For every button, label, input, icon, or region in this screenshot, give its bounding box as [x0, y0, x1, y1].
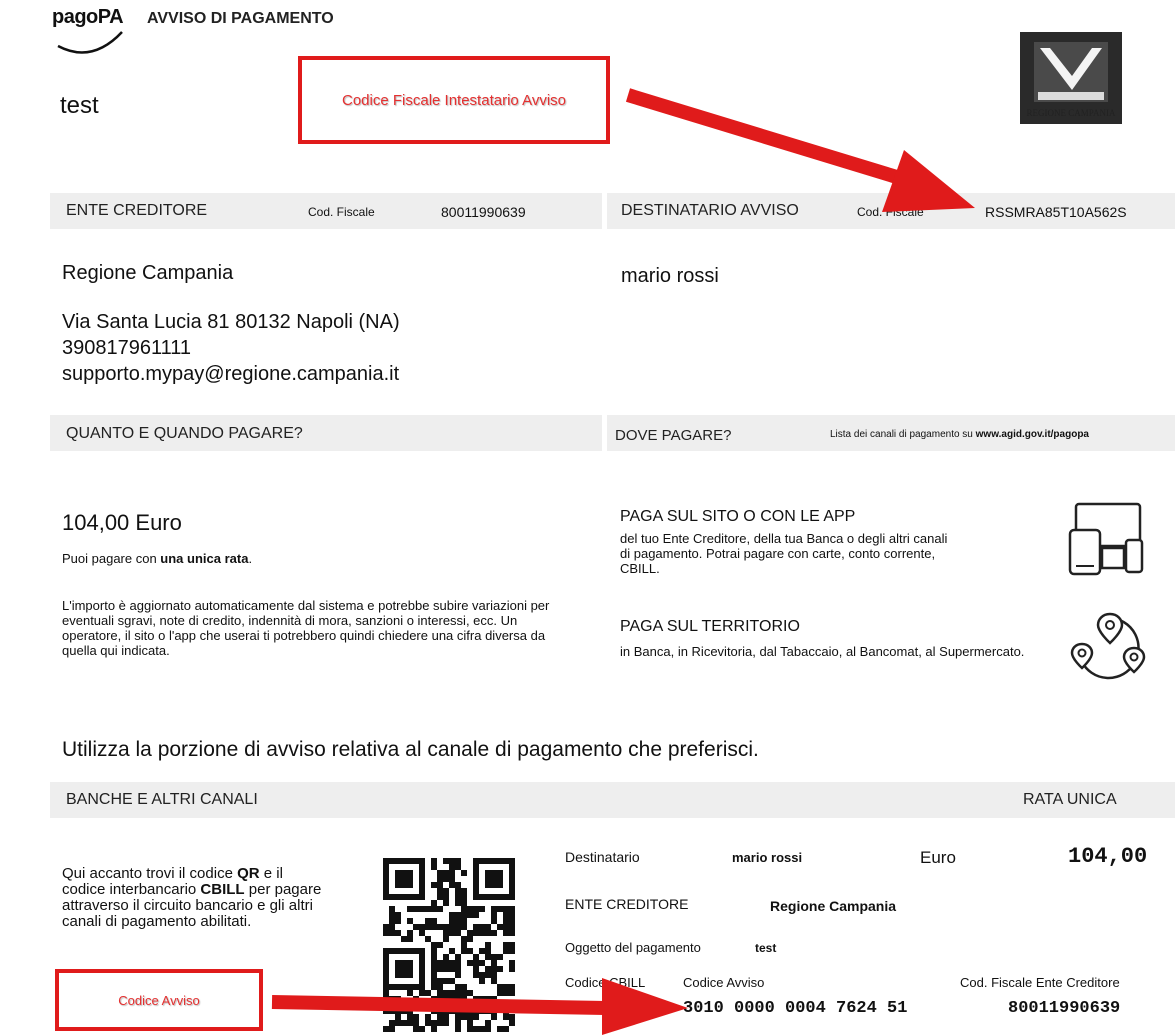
- territory-title: PAGA SUL TERRITORIO: [620, 618, 800, 635]
- bank-section-label: BANCHE E ALTRI CANALI: [66, 791, 258, 808]
- amount-value: 104,00 Euro: [62, 510, 182, 535]
- annotation-codice-avviso-label: Codice Avviso: [118, 992, 200, 1008]
- cf-ente-value: 80011990639: [1008, 999, 1121, 1018]
- dest-label: Destinatario: [565, 849, 640, 865]
- online-text: del tuo Ente Creditore, della tua Banca …: [620, 531, 948, 576]
- devices-icon: [1066, 500, 1150, 583]
- oggetto-value: test: [755, 941, 777, 955]
- dest-value: mario rossi: [732, 850, 803, 865]
- logo-swoosh-icon: [57, 31, 123, 54]
- creditor-phone: 390817961111: [62, 337, 192, 359]
- map-pins-icon: [1070, 610, 1150, 691]
- bank-description: Qui accanto trovi il codice QR e il codi…: [62, 866, 322, 930]
- recipient-cf-label: Cod. Fiscale: [857, 205, 924, 219]
- creditor-section-label: ENTE CREDITORE: [66, 202, 208, 219]
- amount-section-label: QUANTO E QUANDO PAGARE?: [66, 425, 303, 442]
- qr-code: [383, 858, 515, 1034]
- euro-label: Euro: [920, 848, 956, 867]
- annotation-codice-fiscale-box: Codice Fiscale Intestatario Avviso: [298, 56, 610, 144]
- channels-list-text: Lista dei canali di pagamento su www.agi…: [830, 429, 1089, 440]
- creditor-cf-value: 80011990639: [441, 204, 526, 220]
- document-title: AVVISO DI PAGAMENTO: [147, 10, 334, 27]
- annotation-codice-fiscale-label: Codice Fiscale Intestatario Avviso: [342, 91, 566, 109]
- recipient-section-label: DESTINATARIO AVVISO: [621, 202, 799, 219]
- ente-value: Regione Campania: [770, 898, 897, 914]
- oggetto-label: Oggetto del pagamento: [565, 940, 701, 955]
- cbill-label: Codice CBILL: [565, 975, 646, 990]
- region-seal: REGIONE CAMPANIA: [1012, 30, 1130, 142]
- installment-text: Puoi pagare con una unica rata.: [62, 551, 253, 566]
- creditor-email: supporto.mypay@regione.campania.it: [62, 363, 400, 385]
- territory-text: in Banca, in Ricevitoria, dal Tabaccaio,…: [620, 644, 1025, 659]
- annotation-codice-avviso-box: Codice Avviso: [55, 969, 263, 1031]
- avviso-label: Codice Avviso: [683, 975, 765, 990]
- instruction-text: Utilizza la porzione di avviso relativa …: [62, 738, 759, 761]
- recipient-cf-value: RSSMRA85T10A562S: [985, 204, 1127, 220]
- avviso-value: 3010 0000 0004 7624 51: [683, 999, 908, 1018]
- creditor-address: Via Santa Lucia 81 80132 Napoli (NA): [62, 311, 400, 333]
- recipient-name: mario rossi: [621, 265, 719, 287]
- rata-unica-label: RATA UNICA: [1023, 791, 1117, 808]
- online-title: PAGA SUL SITO O CON LE APP: [620, 508, 856, 525]
- pagopa-logo: pagoPA: [52, 6, 144, 56]
- ente-label: ENTE CREDITORE: [565, 896, 689, 912]
- creditor-cf-label: Cod. Fiscale: [308, 205, 375, 219]
- agid-link[interactable]: www.agid.gov.it/pagopa: [976, 429, 1089, 440]
- cf-ente-label: Cod. Fiscale Ente Creditore: [960, 975, 1120, 990]
- creditor-name: Regione Campania: [62, 262, 234, 284]
- amount-note: L'importo è aggiornato automaticamente d…: [62, 598, 550, 658]
- where-section-label: DOVE PAGARE?: [615, 427, 732, 444]
- region-seal-label: REGIONE CAMPANIA: [1026, 108, 1116, 118]
- euro-value: 104,00: [1068, 844, 1148, 869]
- notice-subject: test: [60, 92, 99, 119]
